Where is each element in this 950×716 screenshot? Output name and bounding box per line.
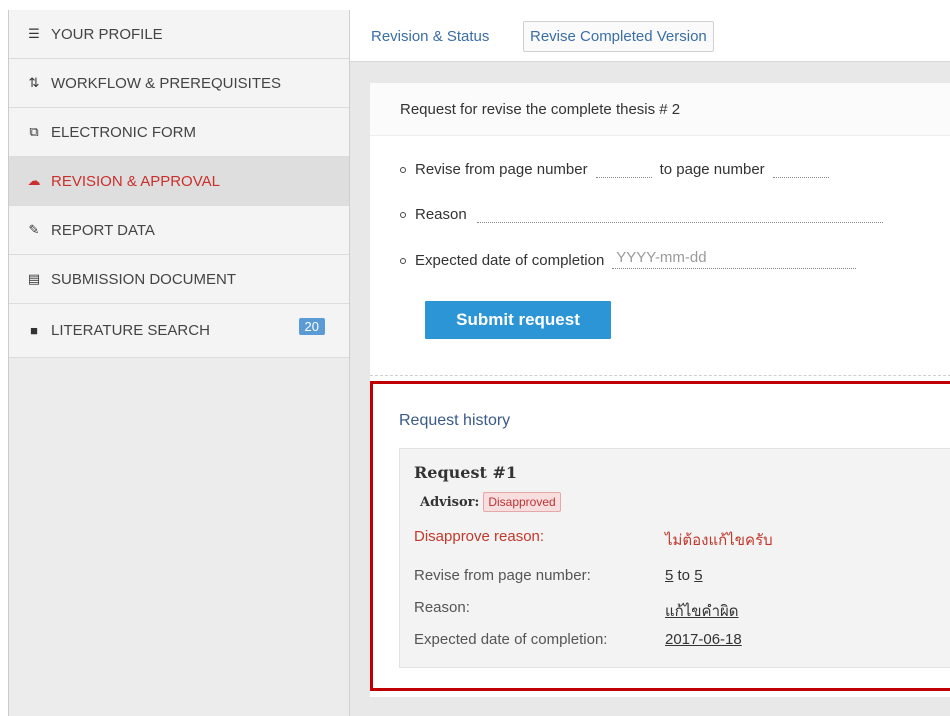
page-range-history-row: Revise from page number: 5 to 5 [414, 567, 703, 584]
request-item: Request #1 Advisor: Disapproved Disappro… [399, 448, 950, 668]
disapprove-label: Disapprove reason: [414, 528, 545, 545]
date-history-row: Expected date of completion: 2017-06-18 [414, 631, 742, 648]
sidebar-item-label: YOUR PROFILE [51, 25, 163, 43]
tab-revision-status[interactable]: Revision & Status [365, 21, 495, 52]
date-history-label: Expected date of completion: [414, 631, 608, 648]
date-input[interactable]: YYYY-mm-dd [612, 249, 857, 269]
submit-request-button[interactable]: Submit request [425, 301, 611, 339]
sidebar-item-label: LITERATURE SEARCH [51, 322, 210, 339]
pages-value: 5 to 5 [665, 567, 703, 584]
request-history-section: Request history Request #1 Advisor: Disa… [370, 381, 950, 691]
reason-label: Reason [415, 206, 467, 223]
reason-input[interactable] [476, 205, 883, 223]
status-badge: Disapproved [483, 492, 561, 512]
tab-bar: Revision & Status Revise Completed Versi… [350, 10, 950, 62]
sidebar-item-literature-search[interactable]: ■ LITERATURE SEARCH 20 [9, 304, 349, 358]
page-to-input[interactable] [772, 160, 829, 178]
reason-row: Reason [400, 205, 889, 223]
disapprove-value: ไม่ต้องแก้ไขครับ [665, 532, 773, 549]
date-row: Expected date of completion YYYY-mm-dd [400, 249, 862, 269]
sidebar-item-workflow[interactable]: ⇅ WORKFLOW & PREREQUISITES [9, 59, 349, 108]
book-icon: ■ [30, 323, 38, 338]
sidebar-item-label: WORKFLOW & PREREQUISITES [51, 74, 282, 92]
pages-label: Revise from page number: [414, 567, 591, 584]
form-title: Request for revise the complete thesis #… [370, 83, 950, 136]
advisor-row: Advisor: Disapproved [420, 492, 561, 512]
sidebar-item-your-profile[interactable]: ☰ YOUR PROFILE [9, 10, 349, 59]
reason-history-label: Reason: [414, 599, 470, 616]
reason-history-value: แก้ไขคำผิด [665, 603, 739, 620]
sidebar-item-submission-document[interactable]: ▤ SUBMISSION DOCUMENT [9, 255, 349, 304]
request-heading: Request #1 [414, 463, 517, 482]
cloud-upload-icon: ☁ [27, 173, 41, 188]
revise-from-label: Revise from page number [415, 161, 588, 178]
revise-form: Revise from page number to page number R… [370, 136, 950, 376]
sidebar-item-report-data[interactable]: ✎ REPORT DATA [9, 206, 349, 255]
date-history-value: 2017-06-18 [665, 631, 742, 648]
sidebar-item-label: SUBMISSION DOCUMENT [51, 270, 237, 288]
page-from-value: 5 [665, 567, 674, 584]
date-label: Expected date of completion [415, 252, 605, 269]
sidebar: ☰ YOUR PROFILE ⇅ WORKFLOW & PREREQUISITE… [8, 10, 349, 716]
history-title: Request history [399, 412, 511, 429]
edit-icon: ✎ [28, 222, 40, 237]
tab-revise-completed-version[interactable]: Revise Completed Version [523, 21, 714, 52]
sort-icon: ⇅ [28, 75, 40, 90]
file-icon: ▤ [27, 271, 41, 286]
bullet-icon [400, 258, 406, 264]
list-icon: ☰ [28, 26, 40, 41]
bullet-icon [400, 167, 406, 173]
sidebar-item-revision-approval[interactable]: ☁ REVISION & APPROVAL [9, 157, 349, 206]
sidebar-item-label: ELECTRONIC FORM [51, 123, 197, 141]
sidebar-item-label: REPORT DATA [51, 221, 155, 239]
sidebar-item-electronic-form[interactable]: ⧉ ELECTRONIC FORM [9, 108, 349, 157]
to-page-label: to page number [659, 161, 765, 178]
disapprove-reason-row: Disapprove reason: ไม่ต้องแก้ไขครับ [414, 528, 773, 549]
to-word: to [677, 567, 691, 584]
advisor-label: Advisor: [420, 494, 480, 510]
sidebar-item-label: REVISION & APPROVAL [51, 172, 220, 190]
bullet-icon [400, 212, 406, 218]
count-badge: 20 [298, 318, 325, 335]
page-to-value: 5 [694, 567, 703, 584]
page-from-input[interactable] [595, 160, 652, 178]
page-range-row: Revise from page number to page number [400, 160, 835, 178]
copy-icon: ⧉ [29, 124, 39, 139]
reason-history-row: Reason: แก้ไขคำผิด [414, 599, 739, 620]
